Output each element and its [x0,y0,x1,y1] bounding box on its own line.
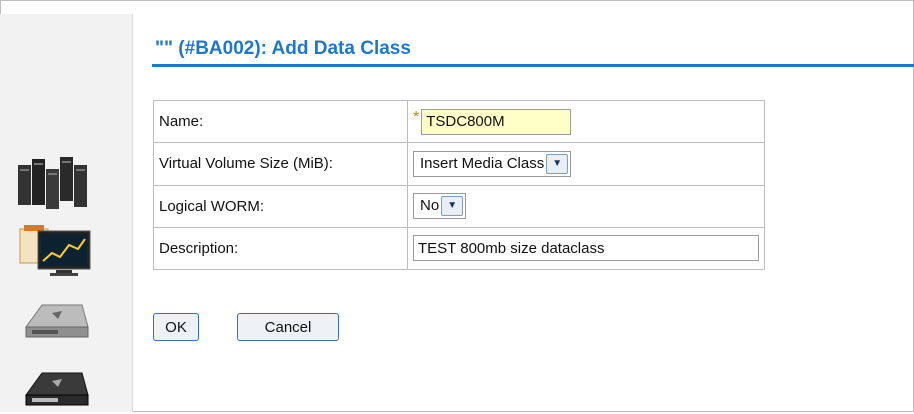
tape-drive-icon[interactable] [16,291,96,346]
description-field[interactable] [413,235,759,262]
logical-worm-cell: No ▼ [407,184,765,228]
cancel-button[interactable]: Cancel [237,313,339,341]
volume-size-value: Insert Media Class [420,154,545,172]
logical-worm-label: Logical WORM: [153,184,408,228]
description-cell [407,226,765,271]
data-class-form: Name: * Virtual Volume Size (MiB): Inser… [153,99,765,271]
volume-size-select[interactable]: Insert Media Class ▼ [413,150,572,177]
name-cell: * [407,99,765,144]
page-title: "" (#BA002): Add Data Class [152,38,914,67]
server-cluster-icon[interactable] [16,155,96,218]
monitor-chart-icon[interactable] [16,223,96,284]
tape-drive-dark-icon[interactable] [16,359,96,414]
description-label: Description: [153,226,408,271]
chevron-down-icon[interactable]: ▼ [441,196,464,217]
form-row-logical-worm: Logical WORM: No ▼ [153,184,765,228]
ok-button[interactable]: OK [153,313,199,341]
form-row-name: Name: * [153,99,765,144]
name-label: Name: [153,99,408,144]
name-field[interactable] [421,108,572,135]
chevron-down-icon[interactable]: ▼ [546,153,569,174]
logical-worm-select[interactable]: No ▼ [413,193,467,220]
form-row-description: Description: [153,226,765,271]
sidebar [0,14,133,412]
required-marker: * [413,108,420,126]
form-row-volume-size: Virtual Volume Size (MiB): Insert Media … [153,142,765,186]
logical-worm-value: No [420,197,440,215]
volume-size-label: Virtual Volume Size (MiB): [153,142,408,186]
volume-size-cell: Insert Media Class ▼ [407,142,765,186]
